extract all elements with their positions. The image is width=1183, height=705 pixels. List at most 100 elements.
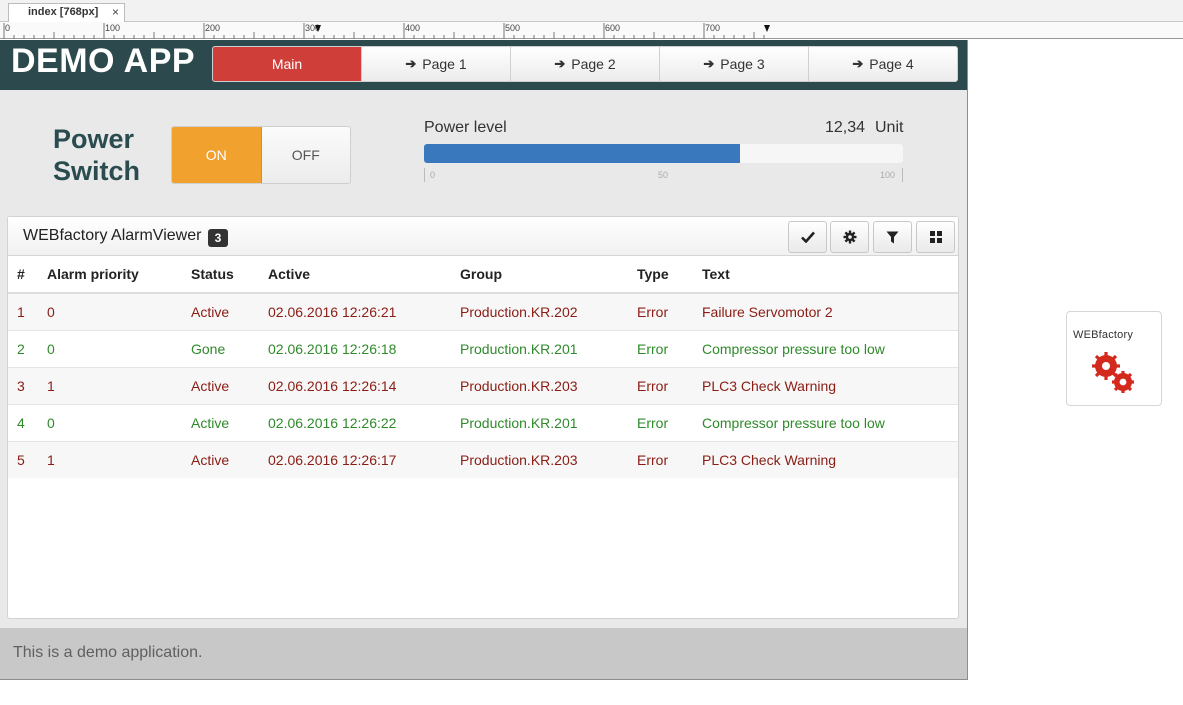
alarm-type: Error: [637, 292, 702, 330]
app-title: DEMO APP: [11, 42, 196, 80]
ruler-label: 400: [405, 23, 420, 33]
app-footer: This is a demo application.: [0, 628, 967, 679]
nav-page1-button[interactable]: ➔ Page 1: [362, 47, 511, 81]
arrow-right-icon: ➔: [703, 56, 715, 71]
app-canvas: DEMO APP Main ➔ Page 1 ➔ Page 2 ➔ Page 3…: [0, 40, 968, 680]
table-row[interactable]: 1 0 Active 02.06.2016 12:26:21 Production.KR…: [8, 292, 958, 330]
ruler-label: 100: [105, 23, 120, 33]
arrow-right-icon: ➔: [405, 56, 417, 71]
alarm-status: Gone: [191, 329, 268, 367]
alarm-text: Compressor pressure too low: [702, 329, 958, 367]
arrow-right-icon: ➔: [554, 56, 566, 71]
alarm-text: PLC3 Check Warning: [702, 440, 958, 478]
alarm-number: 5: [8, 440, 47, 478]
alarm-status: Active: [191, 440, 268, 478]
alarm-group: Production.KR.203: [460, 366, 637, 404]
column-header-active[interactable]: Active: [268, 256, 460, 294]
power-switch-heading-line2: Switch: [53, 156, 141, 186]
alarm-active-time: 02.06.2016 12:26:18: [268, 329, 460, 367]
alarm-status: Active: [191, 292, 268, 330]
nav-page2-label: Page 2: [571, 56, 616, 72]
column-header-status[interactable]: Status: [191, 256, 268, 294]
editor-tab-label: index [768px]: [28, 6, 99, 18]
acknowledge-button[interactable]: [788, 221, 827, 253]
table-row[interactable]: 5 1 Active 02.06.2016 12:26:17 Production.KR…: [8, 440, 958, 478]
power-level-unit: Unit: [875, 119, 904, 136]
alarm-viewer-title: WEBfactory AlarmViewer: [23, 227, 202, 244]
power-off-button[interactable]: OFF: [261, 127, 350, 183]
alarm-active-time: 02.06.2016 12:26:21: [268, 292, 460, 330]
scale-label-max: 100: [880, 170, 896, 180]
alarm-count-badge: 3: [208, 229, 228, 247]
table-header-row: # Alarm priority Status Active Group Typ…: [8, 256, 958, 294]
column-header-priority[interactable]: Alarm priority: [47, 256, 191, 294]
main-navigation: Main ➔ Page 1 ➔ Page 2 ➔ Page 3 ➔ Page 4: [212, 46, 958, 82]
ruler-label: 0: [5, 23, 10, 33]
alarm-text: PLC3 Check Warning: [702, 366, 958, 404]
alarm-type: Error: [637, 329, 702, 367]
logo-text: WEBfactory: [1073, 329, 1134, 341]
gear-icon: [843, 230, 856, 244]
alarm-group: Production.KR.202: [460, 292, 637, 330]
ruler-ticks: 0 100 200 300 400 500 600 700: [3, 23, 770, 39]
table-row[interactable]: 2 0 Gone 02.06.2016 12:26:18 Production.KR.2…: [8, 329, 958, 367]
table-row[interactable]: 3 1 Active 02.06.2016 12:26:14 Production.KR…: [8, 366, 958, 404]
filter-button[interactable]: [873, 221, 912, 253]
alarm-group: Production.KR.201: [460, 329, 637, 367]
ruler-label: 500: [505, 23, 520, 33]
settings-button[interactable]: [830, 221, 869, 253]
webfactory-logo: WEBfactory: [1066, 311, 1162, 406]
alarm-status: Active: [191, 403, 268, 441]
close-icon[interactable]: ×: [112, 5, 119, 19]
column-header-number[interactable]: #: [8, 256, 47, 294]
scale-tick-max: [902, 168, 903, 182]
ruler-label: 600: [605, 23, 620, 33]
nav-page4-label: Page 4: [869, 56, 914, 72]
ruler-marker: [764, 25, 770, 32]
arrow-right-icon: ➔: [852, 56, 864, 71]
nav-page2-button[interactable]: ➔ Page 2: [511, 47, 660, 81]
column-header-text[interactable]: Text: [702, 256, 958, 294]
nav-page4-button[interactable]: ➔ Page 4: [809, 47, 957, 81]
pixel-ruler: 0 100 200 300 400 500 600 700: [0, 22, 1183, 39]
grid-icon: [929, 231, 942, 243]
alarm-number: 3: [8, 366, 47, 404]
nav-page1-label: Page 1: [422, 56, 467, 72]
alarm-priority: 0: [47, 292, 191, 330]
filter-icon: [886, 231, 899, 243]
nav-main-button[interactable]: Main: [213, 47, 362, 81]
power-on-button[interactable]: ON: [172, 127, 262, 183]
alarm-group: Production.KR.203: [460, 440, 637, 478]
alarm-status: Active: [191, 366, 268, 404]
editor-tab-strip: index [768px] ×: [0, 0, 1183, 22]
alarm-type: Error: [637, 366, 702, 404]
alarm-viewer-header: WEBfactory AlarmViewer 3: [8, 217, 958, 256]
power-level-label: Power level: [424, 119, 507, 136]
alarm-priority: 0: [47, 329, 191, 367]
nav-page3-button[interactable]: ➔ Page 3: [660, 47, 809, 81]
alarm-group: Production.KR.201: [460, 403, 637, 441]
check-icon: [800, 231, 815, 243]
footer-text: This is a demo application.: [13, 644, 203, 661]
nav-main-label: Main: [271, 56, 303, 72]
scale-label-min: 0: [430, 170, 436, 180]
gears-icon: [1092, 352, 1134, 393]
column-header-group[interactable]: Group: [460, 256, 637, 294]
alarm-active-time: 02.06.2016 12:26:22: [268, 403, 460, 441]
alarm-number: 2: [8, 329, 47, 367]
alarm-priority: 0: [47, 403, 191, 441]
alarm-active-time: 02.06.2016 12:26:17: [268, 440, 460, 478]
ruler-label: 700: [705, 23, 720, 33]
alarm-table: # Alarm priority Status Active Group Typ…: [8, 256, 958, 478]
columns-button[interactable]: [916, 221, 955, 253]
nav-page3-label: Page 3: [720, 56, 765, 72]
power-level-bar-fill: [424, 144, 741, 163]
editor-tab[interactable]: index [768px] ×: [8, 3, 125, 22]
alarm-text: Failure Servomotor 2: [702, 292, 958, 330]
table-row[interactable]: 4 0 Active 02.06.2016 12:26:22 Production.KR…: [8, 403, 958, 441]
power-switch-heading: Power Switch: [53, 123, 140, 187]
scale-label-mid: 50: [658, 170, 669, 180]
alarm-number: 1: [8, 292, 47, 330]
column-header-type[interactable]: Type: [637, 256, 702, 294]
alarm-number: 4: [8, 403, 47, 441]
